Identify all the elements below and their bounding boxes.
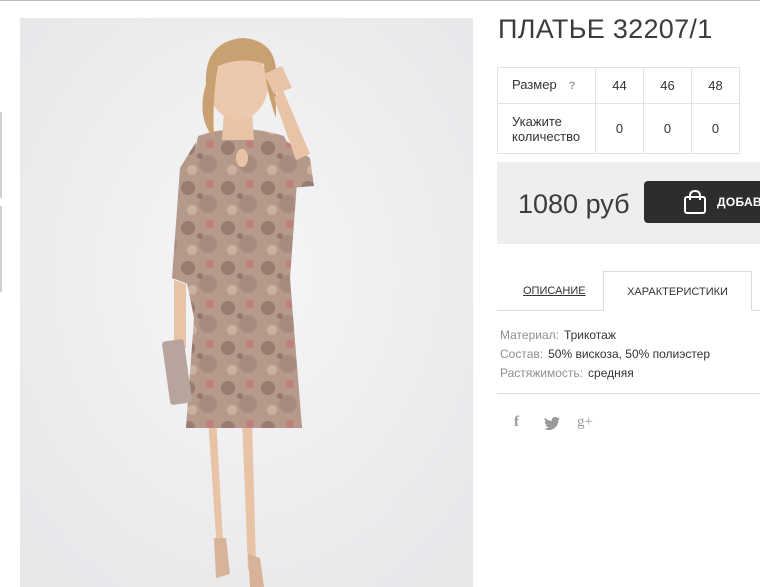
dress-model-illustration bbox=[20, 18, 473, 587]
spec-value: 50% вискоза, 50% полиэстер bbox=[548, 347, 711, 361]
quantity-row-header: Укажите количество bbox=[497, 103, 596, 154]
tab-characteristics-label: ХАРАКТЕРИСТИКИ bbox=[627, 286, 728, 298]
spec-row-composition: Состав: 50% вискоза, 50% полиэстер bbox=[500, 345, 710, 364]
add-to-cart-label: ДОБАВИТЬ bbox=[717, 195, 760, 209]
add-to-cart-button[interactable]: ДОБАВИТЬ bbox=[644, 181, 760, 223]
tab-description[interactable]: ОПИСАНИЕ bbox=[523, 285, 586, 297]
spec-value: средняя bbox=[588, 366, 634, 380]
product-tabs: ОПИСАНИЕ ХАРАКТЕРИСТИКИ bbox=[497, 269, 760, 311]
size-option-44: 44 bbox=[595, 67, 644, 104]
section-divider bbox=[497, 393, 760, 394]
size-option-48: 48 bbox=[691, 67, 740, 104]
spec-key: Растяжимость: bbox=[500, 366, 584, 380]
characteristics-list: Материал: Трикотаж Состав: 50% вискоза, 50… bbox=[500, 326, 710, 383]
size-row: Размер? 44 46 48 bbox=[497, 67, 740, 104]
spec-row-stretch: Растяжимость: средняя bbox=[500, 364, 710, 383]
size-quantity-table: Размер? 44 46 48 Укажите количество 0 0 … bbox=[497, 67, 740, 154]
quantity-label-line1: Укажите bbox=[512, 113, 562, 129]
shopping-bag-icon bbox=[684, 189, 706, 214]
tab-characteristics[interactable]: ХАРАКТЕРИСТИКИ bbox=[603, 271, 752, 311]
quantity-input-48[interactable]: 0 bbox=[691, 103, 740, 154]
spec-key: Состав: bbox=[500, 347, 544, 361]
quantity-input-46[interactable]: 0 bbox=[643, 103, 692, 154]
size-row-header: Размер? bbox=[497, 67, 596, 104]
product-photo[interactable] bbox=[20, 18, 473, 587]
thumbnail-edge[interactable] bbox=[0, 206, 2, 292]
size-help-icon[interactable]: ? bbox=[569, 80, 576, 92]
quantity-row: Укажите количество 0 0 0 bbox=[497, 103, 740, 154]
spec-value: Трикотаж bbox=[563, 328, 616, 342]
twitter-icon[interactable] bbox=[544, 416, 560, 433]
size-label: Размер bbox=[512, 77, 557, 92]
size-option-46: 46 bbox=[643, 67, 692, 104]
price: 1080 руб bbox=[518, 189, 630, 219]
quantity-input-44[interactable]: 0 bbox=[595, 103, 644, 154]
top-divider bbox=[0, 0, 760, 1]
quantity-label-line2: количество bbox=[512, 128, 581, 144]
price-panel: 1080 руб ДОБАВИТЬ bbox=[497, 162, 760, 244]
spec-key: Материал: bbox=[500, 328, 559, 342]
facebook-icon[interactable]: f bbox=[514, 414, 519, 431]
google-plus-icon[interactable]: g+ bbox=[577, 414, 593, 431]
product-title: ПЛАТЬЕ 32207/1 bbox=[498, 14, 713, 44]
thumbnail-edge[interactable] bbox=[0, 112, 2, 198]
spec-row-material: Материал: Трикотаж bbox=[500, 326, 710, 345]
